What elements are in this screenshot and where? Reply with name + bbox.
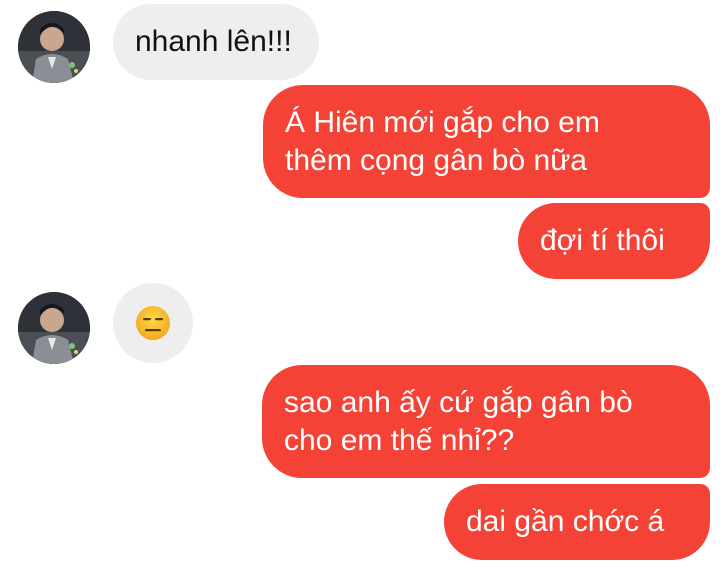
- expressionless-face-icon: [136, 306, 170, 340]
- message-text: Á Hiên mới gắp cho em thêm cọng gân bò n…: [285, 105, 600, 177]
- incoming-message-bubble[interactable]: nhanh lên!!!: [113, 4, 319, 80]
- message-text: sao anh ấy cứ gắp gân bò cho em thế nhỉ?…: [284, 385, 633, 457]
- message-text: nhanh lên!!!: [135, 25, 292, 58]
- message-text: dai gần chớc á: [466, 505, 665, 538]
- outgoing-message-bubble[interactable]: sao anh ấy cứ gắp gân bò cho em thế nhỉ?…: [262, 365, 710, 478]
- message-text: đợi tí thôi: [540, 224, 665, 257]
- outgoing-message-bubble[interactable]: Á Hiên mới gắp cho em thêm cọng gân bò n…: [263, 85, 710, 198]
- outgoing-message-bubble[interactable]: đợi tí thôi: [518, 203, 710, 279]
- contact-avatar[interactable]: [18, 292, 90, 364]
- contact-avatar[interactable]: [18, 11, 90, 83]
- avatar-image: [18, 11, 90, 83]
- avatar-image: [18, 292, 90, 364]
- outgoing-message-bubble[interactable]: dai gần chớc á: [444, 484, 710, 560]
- incoming-emoji-bubble[interactable]: [113, 283, 193, 363]
